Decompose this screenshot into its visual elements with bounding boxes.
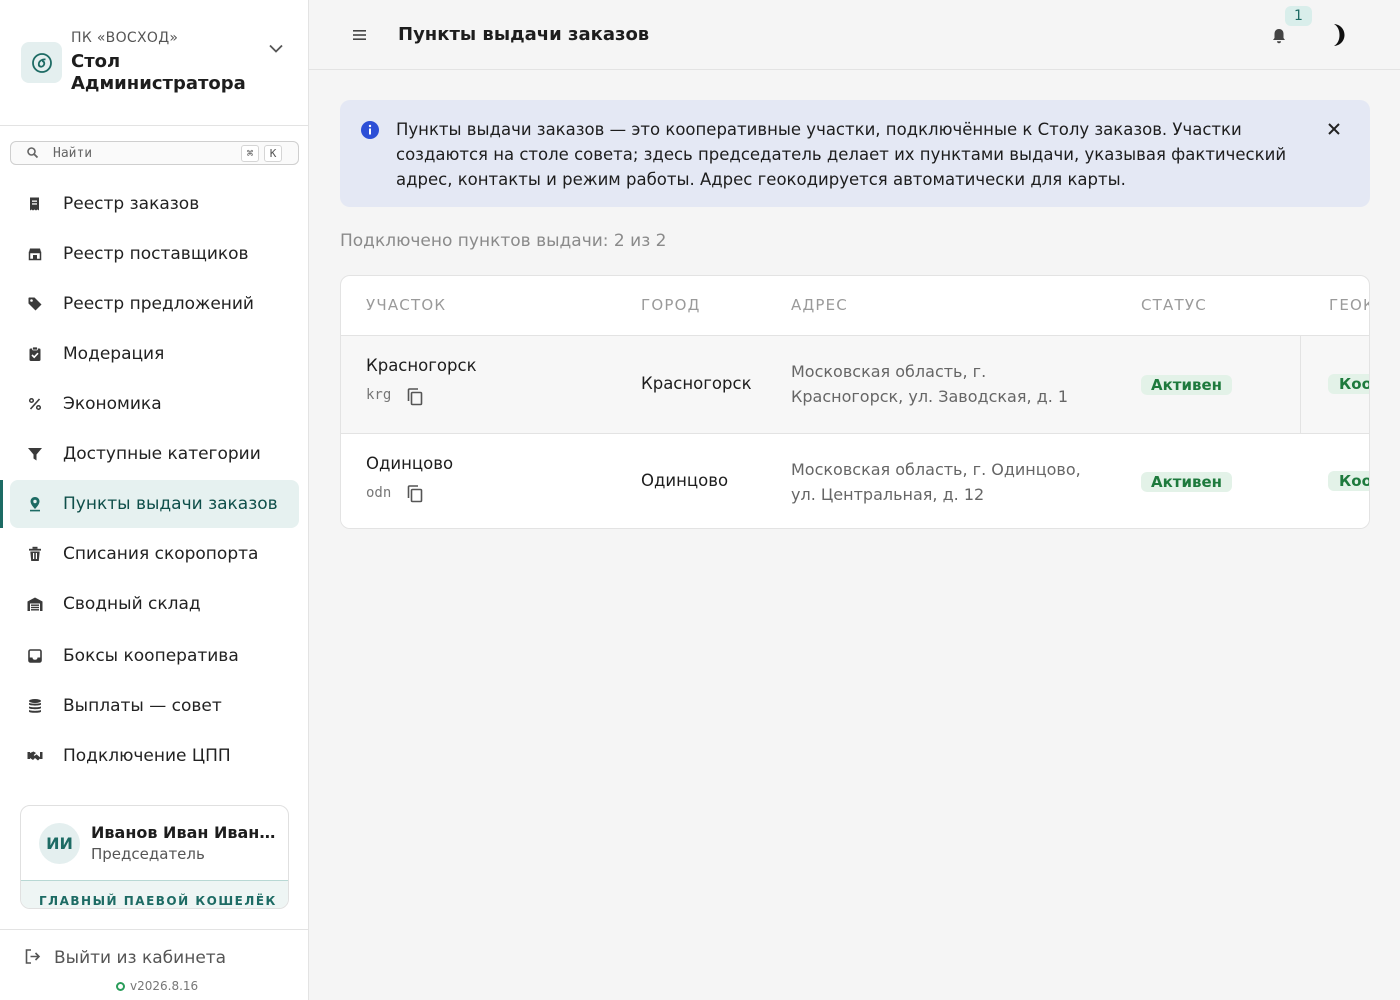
org-title: Стол Администратора	[71, 51, 246, 94]
pickup-points-table: УЧАСТОК ГОРОД АДРЕС СТАТУС ГЕОК Красного…	[340, 275, 1370, 529]
filter-icon	[26, 445, 44, 463]
coins-icon	[26, 697, 44, 715]
sidebar-item-warehouse[interactable]: Сводный склад	[10, 580, 299, 628]
column-divider	[1300, 336, 1301, 433]
copy-icon[interactable]	[406, 387, 424, 407]
menu-icon[interactable]	[351, 26, 369, 44]
search-input[interactable]	[53, 144, 233, 162]
sidebar-item-offers-registry[interactable]: Реестр предложений	[10, 280, 299, 328]
sidebar-item-label: Модерация	[63, 344, 165, 364]
column-header-site[interactable]: УЧАСТОК	[366, 296, 446, 314]
org-logo-icon	[21, 42, 62, 83]
user-card[interactable]: ИИ Иванов Иван Иванович Председатель ГЛА…	[20, 805, 289, 909]
sidebar-item-writeoffs[interactable]: Списания скоропорта	[10, 530, 299, 578]
site-name: Одинцово	[366, 454, 454, 473]
sidebar-item-boxes[interactable]: Боксы кооператива	[10, 632, 299, 680]
shortcut-key: K	[264, 145, 282, 162]
sidebar-item-label: Реестр заказов	[63, 194, 200, 214]
sidebar-item-label: Сводный склад	[63, 594, 201, 614]
geocode-badge: Коор	[1328, 374, 1369, 394]
sidebar-item-label: Списания скоропорта	[63, 544, 259, 564]
user-role: Председатель	[91, 845, 205, 863]
trash-icon	[26, 545, 44, 563]
site-code: odn	[366, 485, 392, 501]
sidebar-item-pickup-points[interactable]: Пункты выдачи заказов	[10, 480, 299, 528]
table-row[interactable]: Одинцово odn Одинцово Московская область…	[341, 433, 1369, 528]
location-pin-icon	[26, 495, 44, 513]
logout-button[interactable]: Выйти из кабинета	[24, 948, 226, 968]
status-dot-icon	[116, 981, 125, 991]
copy-icon[interactable]	[406, 484, 424, 504]
site-city: Красногорск	[641, 374, 752, 393]
moon-icon[interactable]	[1325, 21, 1351, 49]
banner-text: Пункты выдачи заказов — это кооперативны…	[396, 120, 1287, 189]
active-indicator	[0, 480, 3, 528]
sidebar-item-suppliers-registry[interactable]: Реестр поставщиков	[10, 230, 299, 278]
site-address: Московская область, г. Красногорск, ул. …	[791, 362, 1069, 406]
sidebar-item-label: Реестр предложений	[63, 294, 254, 314]
close-icon[interactable]	[1325, 120, 1343, 138]
percent-icon	[26, 395, 44, 413]
sidebar-item-label: Экономика	[63, 394, 162, 414]
page-title: Пункты выдачи заказов	[398, 24, 650, 45]
sidebar-item-label: Боксы кооператива	[63, 646, 239, 666]
pickup-points-count: Подключено пунктов выдачи: 2 из 2	[340, 231, 667, 251]
geocode-badge: Коор	[1328, 471, 1369, 491]
site-city: Одинцово	[641, 471, 729, 490]
org-switcher[interactable]: ПК «ВОСХОД» Стол Администратора	[0, 0, 308, 126]
store-icon	[26, 245, 44, 263]
bell-icon[interactable]	[1270, 27, 1288, 45]
sidebar-item-label: Реестр поставщиков	[63, 244, 249, 264]
sidebar-item-cpp-connection[interactable]: Подключение ЦПП	[10, 732, 299, 780]
wallet-section[interactable]: ГЛАВНЫЙ ПАЕВОЙ КОШЕЛЁК	[21, 880, 288, 908]
info-icon	[361, 121, 379, 139]
site-address: Московская область, г. Одинцово, ул. Цен…	[791, 460, 1081, 504]
search-icon	[27, 147, 39, 159]
sidebar: ПК «ВОСХОД» Стол Администратора ⌘ K Реес…	[0, 0, 309, 1000]
handshake-icon	[26, 747, 44, 765]
sidebar-footer: Выйти из кабинета v2026.8.16	[0, 929, 308, 1000]
clipboard-check-icon	[26, 345, 44, 363]
logout-label: Выйти из кабинета	[54, 948, 227, 968]
info-banner: Пункты выдачи заказов — это кооперативны…	[340, 100, 1370, 207]
sidebar-item-categories[interactable]: Доступные категории	[10, 430, 299, 478]
avatar: ИИ	[39, 823, 80, 864]
sidebar-item-label: Подключение ЦПП	[63, 746, 231, 766]
org-subtitle: ПК «ВОСХОД»	[71, 30, 179, 46]
version-label: v2026.8.16	[130, 979, 199, 993]
column-header-city[interactable]: ГОРОД	[641, 296, 701, 314]
tag-icon	[26, 295, 44, 313]
version-info: v2026.8.16	[116, 979, 198, 993]
site-name: Красногорск	[366, 356, 477, 375]
logout-icon	[25, 949, 41, 964]
search-box[interactable]: ⌘ K	[10, 141, 299, 165]
chevron-down-icon[interactable]	[266, 38, 286, 58]
site-code: krg	[366, 387, 392, 403]
user-name: Иванов Иван Иванович	[91, 823, 276, 842]
sidebar-item-label: Пункты выдачи заказов	[63, 494, 278, 514]
column-header-status[interactable]: СТАТУС	[1141, 296, 1207, 314]
shortcut-mod-key: ⌘	[241, 145, 259, 162]
table-row[interactable]: Красногорск krg Красногорск Московская о…	[341, 335, 1369, 433]
sidebar-item-orders-registry[interactable]: Реестр заказов	[10, 180, 299, 228]
warehouse-icon	[26, 595, 44, 613]
status-badge: Активен	[1141, 375, 1233, 395]
inbox-icon	[26, 647, 44, 665]
wallet-label: ГЛАВНЫЙ ПАЕВОЙ КОШЕЛЁК	[39, 894, 277, 908]
sidebar-item-moderation[interactable]: Модерация	[10, 330, 299, 378]
status-badge: Активен	[1141, 472, 1233, 492]
receipt-icon	[26, 195, 44, 213]
notification-badge: 1	[1285, 6, 1312, 26]
sidebar-item-payouts[interactable]: Выплаты — совет	[10, 682, 299, 730]
sidebar-item-label: Выплаты — совет	[63, 696, 222, 716]
topbar: Пункты выдачи заказов 1	[309, 0, 1400, 70]
sidebar-item-economics[interactable]: Экономика	[10, 380, 299, 428]
column-header-address[interactable]: АДРЕС	[791, 296, 848, 314]
column-header-geocode[interactable]: ГЕОК	[1329, 296, 1369, 314]
sidebar-item-label: Доступные категории	[63, 444, 261, 464]
